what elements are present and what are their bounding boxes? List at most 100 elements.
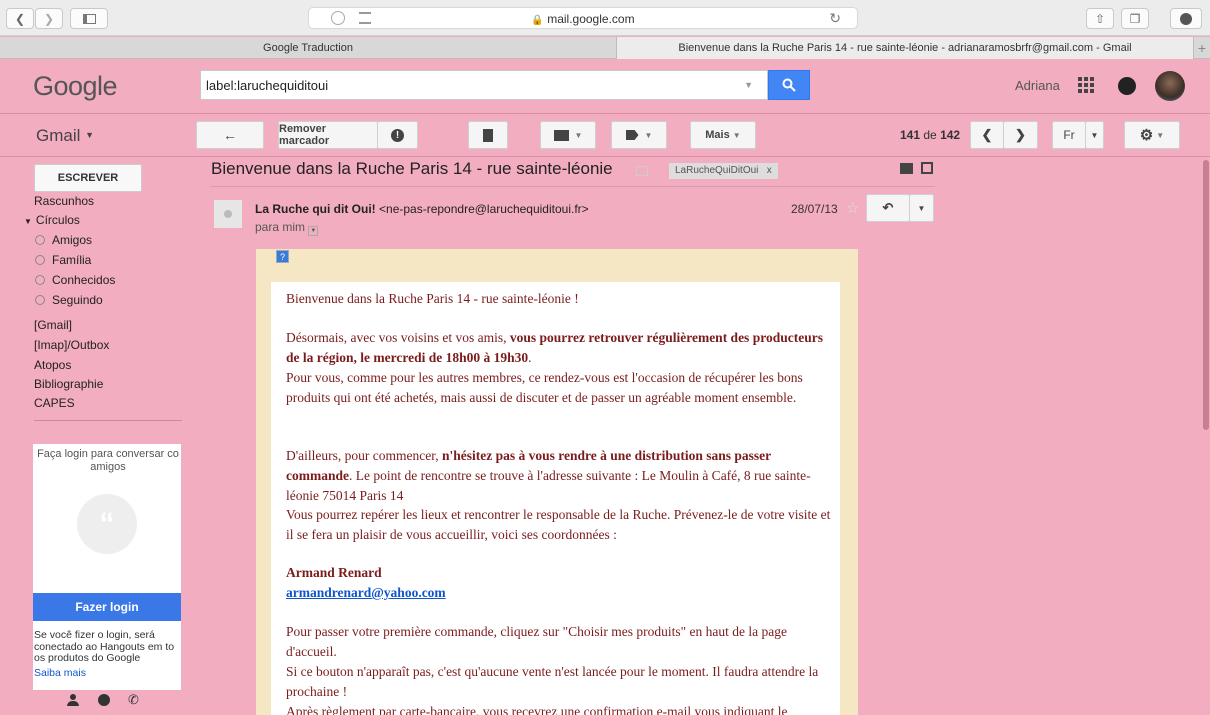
more-actions-button[interactable]: ▼ <box>910 194 934 222</box>
body-paragraph-5: Pour passer votre première commande, cli… <box>286 624 788 659</box>
label-chip[interactable]: LaRucheQuiDitOui x <box>669 163 778 179</box>
sidebar-item-circulos[interactable]: ▼ Círculos <box>24 213 80 227</box>
trash-icon <box>483 128 493 142</box>
move-to-button[interactable]: ▼ <box>540 121 596 149</box>
sidebar-item-capes[interactable]: CAPES <box>34 396 75 410</box>
search-value: label:laruchequiditoui <box>206 78 329 93</box>
sidebar-item-outbox[interactable]: [Imap]/Outbox <box>34 338 109 352</box>
language-dropdown[interactable]: ▼ <box>1086 121 1104 149</box>
new-tab-button[interactable]: + <box>1194 37 1210 59</box>
tabs-button[interactable]: ❐ <box>1121 8 1149 29</box>
subject-divider <box>211 186 935 187</box>
settings-button[interactable]: ⚙ ▼ <box>1124 121 1180 149</box>
login-button[interactable]: Fazer login <box>33 593 181 621</box>
tab-gmail[interactable]: Bienvenue dans la Ruche Paris 14 - rue s… <box>616 37 1194 59</box>
hangouts-chat-icon[interactable] <box>98 694 110 706</box>
search-options-icon[interactable]: ▼ <box>744 80 753 90</box>
address-bar[interactable]: 🔒 mail.google.com ↻ <box>308 7 858 29</box>
person-icon[interactable] <box>67 694 79 708</box>
caret-down-icon: ▼ <box>24 217 32 226</box>
compose-button[interactable]: ESCREVER <box>34 164 142 192</box>
sidebar-item-amigos[interactable]: Amigos <box>35 233 92 247</box>
phone-icon[interactable]: ✆ <box>128 692 139 708</box>
scrollbar-thumb[interactable] <box>1203 160 1209 430</box>
newer-button[interactable]: ❮ <box>970 121 1004 149</box>
body-paragraph-7: Après règlement par carte-bancaire, vous… <box>286 704 788 715</box>
search-input[interactable]: label:laruchequiditoui ▼ <box>200 70 768 100</box>
chevron-left-icon: ❮ <box>981 127 993 142</box>
language-select[interactable]: Fr <box>1052 121 1086 149</box>
search-icon <box>782 78 796 92</box>
sidebar-item-bibliographie[interactable]: Bibliographie <box>34 377 103 391</box>
labels-button[interactable]: ▼ <box>611 121 667 149</box>
gmail-menu[interactable]: Gmail ▼ <box>36 126 94 146</box>
sidebar-item-label: [Gmail] <box>34 318 73 332</box>
sidebar-button[interactable] <box>70 8 108 29</box>
contact-email-link[interactable]: armandrenard@yahoo.com <box>286 583 446 603</box>
downloads-button[interactable] <box>1170 8 1202 29</box>
reply-icon: ↶ <box>882 200 894 215</box>
sidebar-item-gmail[interactable]: [Gmail] <box>34 318 72 332</box>
body-paragraph-3: D'ailleurs, pour commencer, n'hésitez pa… <box>286 446 831 506</box>
sender[interactable]: La Ruche qui dit Oui! <ne-pas-repondre@l… <box>255 202 589 216</box>
chevron-down-icon: ▼ <box>917 203 926 213</box>
gear-icon: ⚙ <box>1139 127 1154 144</box>
circle-icon <box>35 295 45 305</box>
browser-toolbar: ❮ ❯ 🔒 mail.google.com ↻ ⇧ ❐ <box>0 0 1210 36</box>
sidebar-item-label: Seguindo <box>52 293 103 307</box>
chevron-right-icon: ❯ <box>1015 127 1026 142</box>
apps-icon[interactable] <box>1078 77 1094 93</box>
chevron-down-icon: ▼ <box>1090 130 1099 140</box>
pagination-info: 141 de 142 <box>900 128 960 142</box>
google-logo[interactable]: Google <box>33 71 118 102</box>
older-button[interactable]: ❯ <box>1004 121 1038 149</box>
broken-image-icon: ? <box>276 250 289 263</box>
sidebar-item-conhecidos[interactable]: Conhecidos <box>35 273 115 287</box>
star-icon[interactable]: ☆ <box>846 199 859 217</box>
search-button[interactable] <box>768 70 810 100</box>
sidebar-divider <box>34 420 182 421</box>
sidebar-item-familia[interactable]: Família <box>35 253 91 267</box>
print-icon[interactable] <box>900 163 913 174</box>
details-toggle-icon[interactable]: ▼ <box>308 226 319 236</box>
remove-label-icon[interactable]: x <box>767 165 772 176</box>
delete-button[interactable] <box>468 121 508 149</box>
tab-google-traduction[interactable]: Google Traduction <box>0 37 616 59</box>
forward-button[interactable]: ❯ <box>35 8 63 29</box>
notifications-icon[interactable] <box>1118 77 1136 95</box>
more-button[interactable]: Mais ▼ <box>690 121 756 149</box>
gmail-label: Gmail <box>36 126 81 145</box>
sidebar-item-rascunhos[interactable]: Rascunhos <box>34 194 94 208</box>
recipient[interactable]: para mim ▼ <box>255 220 319 236</box>
sidebar-item-label: Rascunhos <box>34 194 95 208</box>
share-button[interactable]: ⇧ <box>1086 8 1114 29</box>
sidebar-item-label: Círculos <box>35 213 80 227</box>
chat-info: Se você fizer o login, será conectado ao… <box>34 630 175 664</box>
back-to-list-button[interactable]: ← <box>196 121 264 149</box>
important-marker-icon[interactable] <box>636 166 648 176</box>
new-window-icon[interactable] <box>921 162 933 174</box>
reload-icon[interactable]: ↻ <box>829 10 841 27</box>
tabs-icon: ❐ <box>1129 11 1141 26</box>
body-greeting: Bienvenue dans la Ruche Paris 14 - rue s… <box>286 291 579 306</box>
sidebar-item-label: Família <box>52 253 92 267</box>
person-icon <box>224 210 232 218</box>
body-paragraph-2: Pour vous, comme pour les autres membres… <box>286 370 803 405</box>
back-button[interactable]: ❮ <box>6 8 34 29</box>
recipient-text: para mim <box>255 220 306 234</box>
sidebar-item-seguindo[interactable]: Seguindo <box>35 293 103 307</box>
learn-more-link[interactable]: Saiba mais <box>34 667 86 679</box>
circle-icon <box>35 235 45 245</box>
lock-icon: 🔒 <box>531 15 544 26</box>
reply-button[interactable]: ↶ <box>866 194 910 222</box>
report-spam-button[interactable]: ! <box>378 121 418 149</box>
sidebar-item-atopos[interactable]: Atopos <box>34 358 71 372</box>
more-label: Mais <box>705 129 730 141</box>
user-name[interactable]: Adriana <box>1015 78 1060 93</box>
remove-label-button[interactable]: Remover marcador <box>278 121 378 149</box>
sidebar-item-label: Amigos <box>52 233 93 247</box>
url-text: mail.google.com <box>547 12 635 26</box>
body-paragraph-6: Si ce bouton n'apparaît pas, c'est qu'au… <box>286 664 819 699</box>
toolbar-divider <box>0 156 1210 157</box>
avatar[interactable] <box>1155 71 1185 101</box>
